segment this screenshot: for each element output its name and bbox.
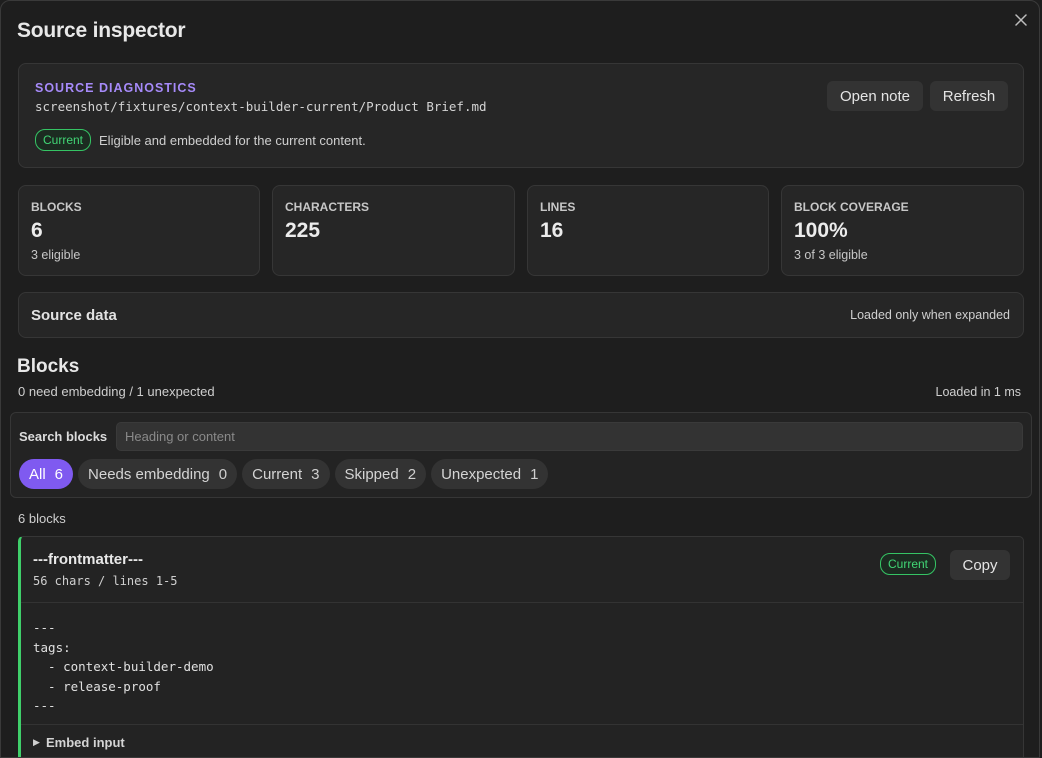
embed-input-toggle[interactable]: ▶ Embed input (21, 724, 1023, 757)
chip-label: Unexpected (441, 465, 522, 483)
chip-label: Skipped (344, 465, 399, 483)
close-icon (1015, 14, 1027, 26)
diagnostics-kicker: SOURCE DIAGNOSTICS (35, 81, 197, 95)
stat-lines: LINES 16 (527, 185, 769, 276)
copy-button[interactable]: Copy (950, 550, 1010, 580)
status-badge: Current (35, 129, 92, 151)
source-data-title: Source data (31, 307, 117, 324)
open-note-button[interactable]: Open note (827, 81, 923, 111)
filter-chip-skipped[interactable]: Skipped 2 (334, 459, 427, 489)
chip-label: Current (252, 465, 303, 483)
block-content: --- tags: - context-builder-demo - relea… (33, 620, 214, 713)
diagnostics-status: Current Eligible and embedded for the cu… (35, 129, 366, 151)
chip-count: 1 (530, 465, 539, 483)
refresh-button[interactable]: Refresh (930, 81, 1008, 111)
chip-count: 2 (407, 465, 417, 483)
block-status-badge: Current (880, 553, 937, 575)
filter-chip-current[interactable]: Current 3 (242, 459, 330, 489)
block-meta: 56 chars / lines 1-5 (33, 574, 178, 588)
stat-characters: CHARACTERS 225 (272, 185, 515, 276)
stat-value: 100% (794, 219, 848, 242)
source-diagnostics-card: SOURCE DIAGNOSTICS screenshot/fixtures/c… (18, 63, 1024, 168)
block-name: ---frontmatter--- (33, 551, 143, 568)
block-header: ---frontmatter--- 56 chars / lines 1-5 C… (21, 537, 1023, 603)
filter-chip-unexpected[interactable]: Unexpected 1 (431, 459, 549, 489)
source-data-note: Loaded only when expanded (850, 308, 1010, 322)
stat-blocks: BLOCKS 6 3 eligible (18, 185, 260, 276)
blocks-load-time: Loaded in 1 ms (935, 385, 1021, 399)
stat-label: LINES (540, 200, 576, 214)
block-count: 6 blocks (18, 511, 66, 526)
stat-value: 16 (540, 219, 564, 242)
stat-value: 225 (285, 219, 321, 242)
chip-count: 6 (54, 465, 64, 483)
search-label: Search blocks (19, 429, 108, 444)
triangle-right-icon: ▶ (33, 737, 40, 747)
stat-label: BLOCK COVERAGE (794, 200, 909, 214)
filter-chips: All 6 Needs embedding 0 Current 3 Skippe… (19, 459, 549, 489)
source-path: screenshot/fixtures/context-builder-curr… (35, 99, 487, 114)
source-data-toggle[interactable]: Source data Loaded only when expanded (18, 292, 1024, 338)
filter-chip-needs-embedding[interactable]: Needs embedding 0 (78, 459, 238, 489)
modal-title: Source inspector (17, 19, 186, 42)
chip-label: All (29, 465, 46, 483)
stat-block-coverage: BLOCK COVERAGE 100% 3 of 3 eligible (781, 185, 1024, 276)
stat-sub: 3 of 3 eligible (794, 248, 868, 262)
stat-label: BLOCKS (31, 200, 82, 214)
source-inspector-modal: Source inspector SOURCE DIAGNOSTICS scre… (0, 0, 1040, 758)
stat-label: CHARACTERS (285, 200, 369, 214)
close-button[interactable] (1011, 10, 1031, 30)
block-card: ---frontmatter--- 56 chars / lines 1-5 C… (18, 536, 1024, 757)
filter-chip-all[interactable]: All 6 (19, 459, 74, 489)
stat-sub: 3 eligible (31, 248, 81, 262)
embed-input-label: Embed input (46, 735, 125, 750)
stat-value: 6 (31, 219, 43, 242)
blocks-heading: Blocks (17, 356, 80, 377)
blocks-summary: 0 need embedding / 1 unexpected (18, 384, 215, 399)
chip-count: 0 (218, 465, 228, 483)
chip-label: Needs embedding (88, 465, 210, 483)
chip-count: 3 (311, 465, 320, 483)
blocks-filter-panel: Search blocks All 6 Needs embedding 0 Cu… (10, 412, 1032, 498)
search-blocks-input[interactable] (116, 422, 1023, 451)
status-description: Eligible and embedded for the current co… (99, 132, 366, 148)
